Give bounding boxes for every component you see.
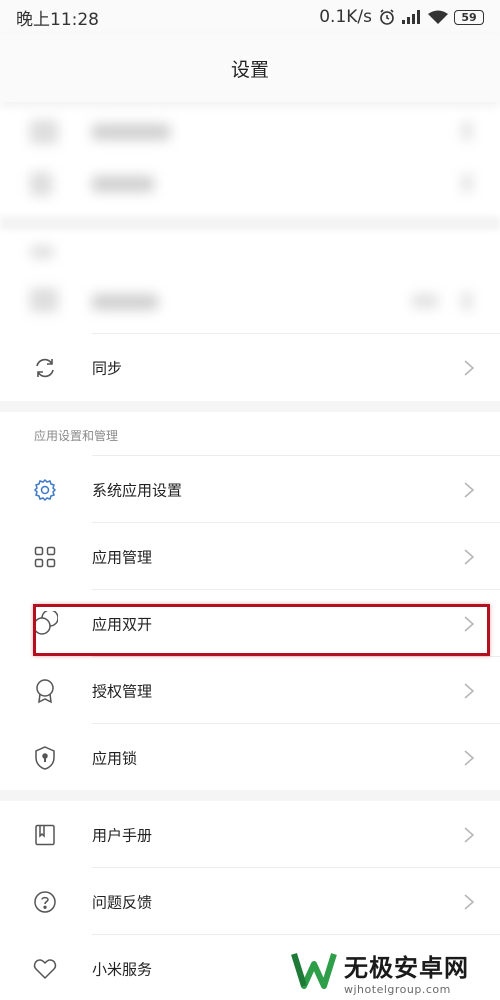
chevron-right-icon	[462, 892, 476, 912]
settings-item-app-lock[interactable]: 应用锁	[0, 724, 500, 791]
section-divider	[0, 790, 500, 801]
sync-label: 同步	[92, 359, 123, 377]
sync-icon	[32, 355, 58, 381]
signal-icon	[402, 10, 422, 24]
network-speed: 0.1K/s	[319, 7, 372, 27]
item-label: 问题反馈	[92, 893, 153, 911]
section-divider	[0, 401, 500, 412]
settings-item-feedback[interactable]: 问题反馈	[0, 868, 500, 935]
question-icon	[32, 889, 58, 915]
chevron-right-icon	[462, 358, 476, 378]
item-label: 应用双开	[92, 615, 153, 633]
chevron-right-icon	[462, 748, 476, 768]
chevron-right-icon	[462, 480, 476, 500]
blurred-row	[0, 272, 500, 332]
watermark-logo-icon	[290, 948, 338, 996]
item-label: 授权管理	[92, 682, 153, 700]
sync-row[interactable]: 同步	[0, 334, 500, 401]
item-label: 应用管理	[92, 548, 153, 566]
section-header: 应用设置和管理	[34, 429, 119, 443]
blurred-row	[0, 102, 500, 162]
status-bar: 晚上11:28 0.1K/s 59	[0, 0, 500, 34]
chevron-right-icon	[462, 825, 476, 845]
item-label: 系统应用设置	[92, 481, 183, 499]
heart-icon	[32, 956, 58, 982]
item-label: 小米服务	[92, 960, 153, 978]
grid-icon	[32, 544, 58, 570]
badge-icon	[32, 678, 58, 704]
watermark-title: 无极安卓网	[344, 954, 469, 982]
item-label: 用户手册	[92, 826, 153, 844]
settings-item-user-manual[interactable]: 用户手册	[0, 801, 500, 868]
settings-item-system-apps[interactable]: 系统应用设置	[0, 456, 500, 523]
watermark: 无极安卓网 wjhotelgroup.com	[290, 944, 490, 1000]
settings-item-permissions[interactable]: 授权管理	[0, 657, 500, 724]
alarm-icon	[378, 8, 396, 26]
item-label: 应用锁	[92, 749, 138, 767]
page-title: 设置	[230, 58, 269, 81]
page-header: 设置	[0, 34, 500, 102]
chevron-right-icon	[462, 547, 476, 567]
status-icons: 0.1K/s 59	[319, 7, 484, 27]
watermark-url: wjhotelgroup.com	[344, 983, 451, 996]
status-time: 晚上11:28	[16, 9, 99, 30]
chevron-right-icon	[462, 614, 476, 634]
settings-item-dual-apps[interactable]: 应用双开	[0, 590, 500, 657]
chevron-right-icon	[462, 681, 476, 701]
gear-icon	[32, 477, 58, 503]
dual-circles-icon	[32, 610, 58, 637]
wifi-icon	[428, 10, 448, 25]
blurred-row	[0, 154, 500, 214]
blurred-settings-area	[0, 102, 500, 334]
book-icon	[32, 822, 58, 848]
shield-lock-icon	[32, 745, 58, 771]
battery-icon: 59	[454, 9, 484, 25]
settings-item-app-management[interactable]: 应用管理	[0, 523, 500, 590]
